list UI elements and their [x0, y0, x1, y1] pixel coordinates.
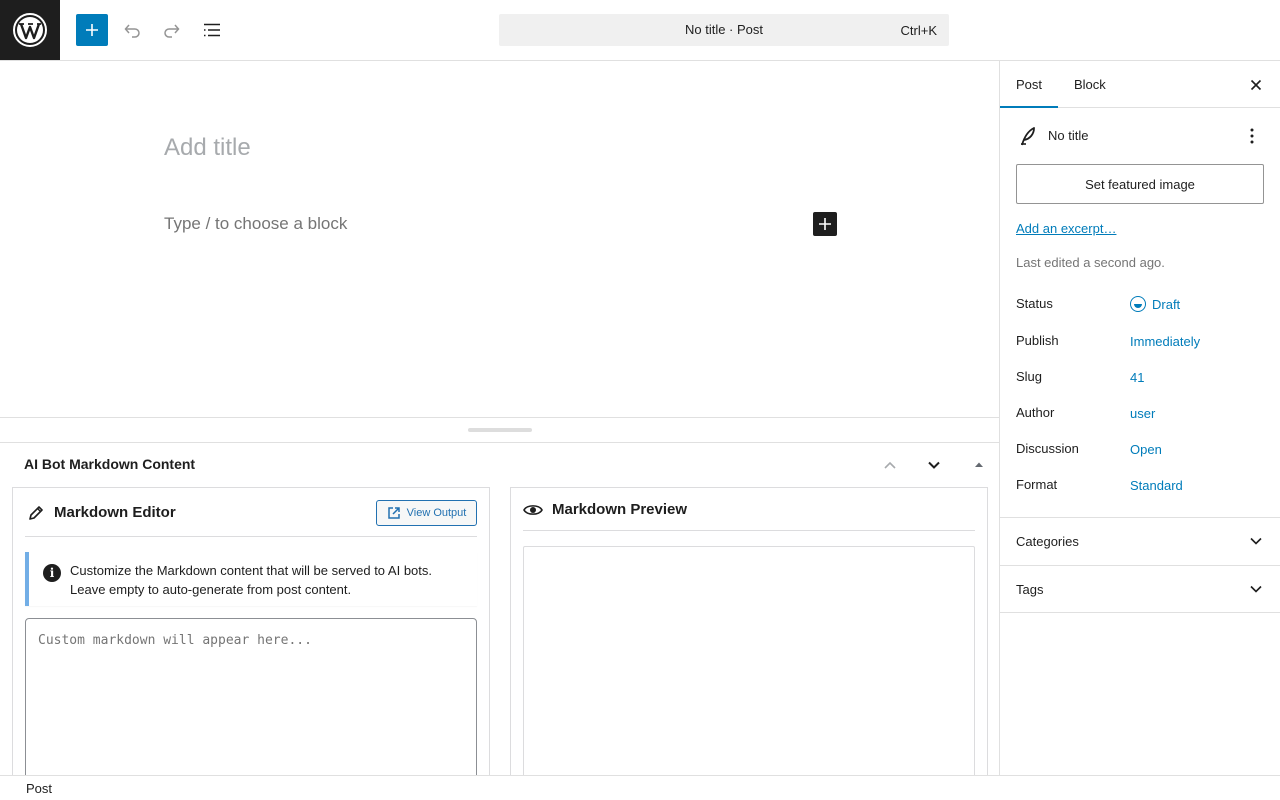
plus-icon: [819, 218, 831, 230]
last-edited-text: Last edited a second ago.: [1016, 255, 1165, 270]
notice-text: Customize the Markdown content that will…: [70, 561, 467, 599]
post-actions-button[interactable]: [1240, 124, 1264, 148]
sidebar-tabs: Post Block: [1000, 61, 1280, 108]
external-link-icon: [387, 507, 400, 519]
command-center-title: No title · Post: [684, 22, 764, 37]
discussion-value-button[interactable]: Open: [1130, 442, 1162, 457]
status-value-button[interactable]: Draft: [1130, 296, 1180, 312]
move-up-button[interactable]: [878, 453, 902, 477]
status-label: Status: [1016, 296, 1053, 311]
chevron-down-icon: [1248, 532, 1264, 550]
draft-status-icon: [1130, 296, 1146, 312]
metabox-title: AI Bot Markdown Content: [24, 456, 196, 472]
author-label: Author: [1016, 405, 1055, 420]
markdown-preview-header: Markdown Preview: [523, 488, 975, 531]
tags-label: Tags: [1016, 582, 1044, 597]
categories-label: Categories: [1016, 534, 1079, 549]
settings-sidebar: Post Block No title Set featured image A…: [999, 61, 1280, 775]
status-value: Draft: [1152, 296, 1181, 312]
editor-canvas: Add title Type / to choose a block: [0, 61, 999, 418]
markdown-editor-header: Markdown Editor View Output: [25, 488, 477, 537]
metabox-resize-handle[interactable]: [468, 428, 532, 432]
pencil-icon: [29, 506, 43, 520]
plus-icon: [86, 24, 98, 36]
slug-label: Slug: [1016, 369, 1043, 384]
tags-panel-toggle[interactable]: Tags: [1000, 565, 1280, 613]
post-card-title: No title: [1048, 128, 1089, 143]
redo-button[interactable]: [156, 14, 188, 46]
info-notice: i Customize the Markdown content that wi…: [25, 552, 477, 606]
undo-icon: [124, 24, 140, 38]
add-block-button[interactable]: [813, 212, 837, 236]
publish-row: Publish Immediately: [1016, 333, 1264, 353]
chevron-down-icon: [928, 461, 940, 469]
redo-icon: [164, 24, 180, 38]
triangle-up-icon: [975, 462, 983, 467]
editor-footer: Post: [0, 775, 1280, 800]
default-block-appender[interactable]: Type / to choose a block: [164, 214, 347, 234]
feather-icon: [1021, 127, 1035, 146]
list-view-icon: [204, 23, 220, 37]
tab-block[interactable]: Block: [1058, 61, 1122, 108]
format-row: Format Standard: [1016, 477, 1264, 497]
author-row: Author user: [1016, 405, 1264, 425]
ai-bot-markdown-metabox: AI Bot Markdown Content Markdown Editor: [0, 443, 999, 775]
notice-line-2: Leave empty to auto-generate from post c…: [70, 582, 352, 597]
custom-markdown-textarea[interactable]: [25, 618, 477, 775]
publish-label: Publish: [1016, 333, 1059, 348]
set-featured-image-button[interactable]: Set featured image: [1016, 164, 1264, 204]
wordpress-logo-icon[interactable]: [0, 0, 60, 60]
more-vertical-icon: [1250, 128, 1254, 144]
markdown-preview-panel: Markdown Preview: [510, 487, 988, 775]
author-value-button[interactable]: user: [1130, 406, 1155, 421]
command-center-bar[interactable]: No title · Post Ctrl+K: [499, 14, 949, 46]
document-overview-button[interactable]: [196, 14, 228, 46]
view-output-button[interactable]: View Output: [376, 500, 477, 526]
categories-panel-toggle[interactable]: Categories: [1000, 517, 1280, 565]
status-row: Status Draft: [1016, 296, 1264, 316]
tab-post[interactable]: Post: [1000, 61, 1059, 108]
add-excerpt-link[interactable]: Add an excerpt…: [1016, 221, 1116, 236]
markdown-preview-title: Markdown Preview: [552, 501, 688, 518]
move-down-button[interactable]: [922, 453, 946, 477]
post-title-input[interactable]: Add title: [164, 134, 251, 162]
block-inserter-button[interactable]: [76, 14, 108, 46]
format-label: Format: [1016, 477, 1058, 492]
discussion-row: Discussion Open: [1016, 441, 1264, 461]
chevron-up-icon: [884, 461, 896, 469]
view-output-label: View Output: [406, 507, 467, 519]
markdown-editor-title: Markdown Editor: [54, 504, 176, 521]
notice-line-1: Customize the Markdown content that will…: [70, 563, 433, 578]
chevron-down-icon: [1248, 580, 1264, 598]
undo-button[interactable]: [116, 14, 148, 46]
markdown-preview-area: [523, 546, 975, 775]
eye-icon: [523, 505, 543, 515]
slug-row: Slug 41: [1016, 369, 1264, 389]
close-sidebar-button[interactable]: [1244, 73, 1268, 97]
command-center-shortcut: Ctrl+K: [900, 23, 937, 38]
editor-header: No title · Post Ctrl+K: [0, 0, 1280, 61]
format-value-button[interactable]: Standard: [1130, 478, 1183, 493]
discussion-label: Discussion: [1016, 441, 1079, 456]
breadcrumb[interactable]: Post: [26, 781, 52, 796]
metabox-resize-area: [0, 417, 999, 443]
slug-value-button[interactable]: 41: [1130, 370, 1144, 385]
publish-value-button[interactable]: Immediately: [1130, 334, 1200, 349]
markdown-editor-panel: Markdown Editor View Output i Customize …: [12, 487, 490, 775]
info-icon: i: [43, 564, 61, 582]
close-icon: [1250, 79, 1262, 91]
post-card: No title: [1016, 124, 1264, 148]
toggle-panel-button[interactable]: [967, 453, 991, 477]
